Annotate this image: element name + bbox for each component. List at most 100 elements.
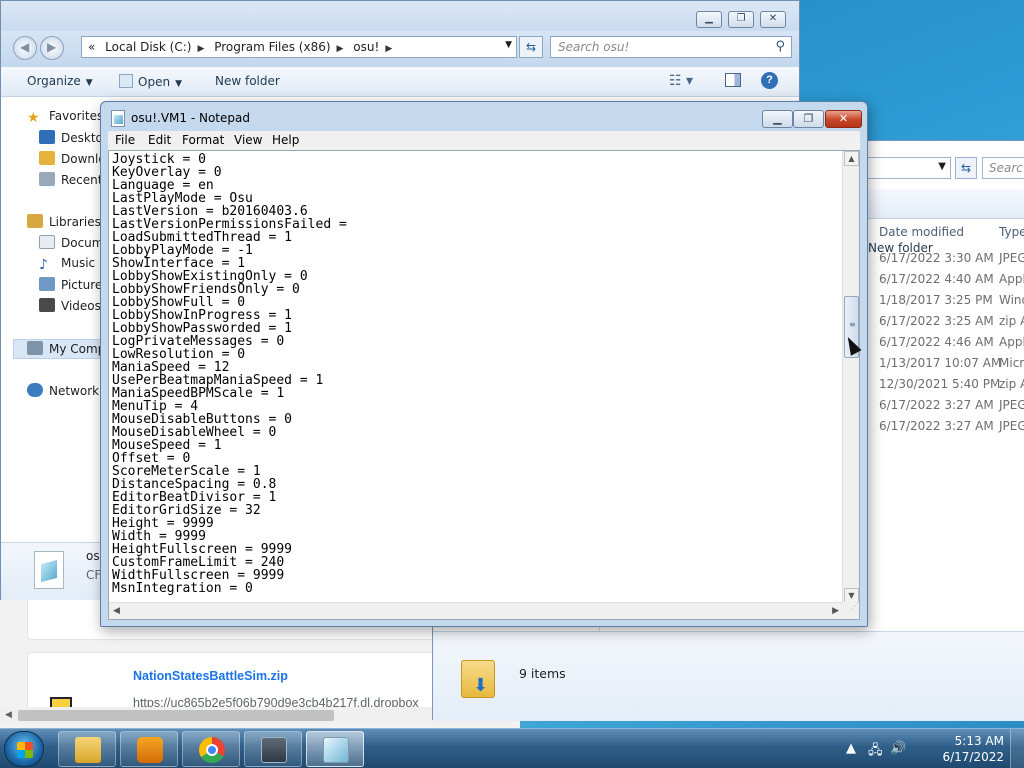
toolbar: Organize ▼ Open ▼ New folder ☷ ▾ ? (1, 67, 799, 97)
close-button[interactable]: ✕ (825, 110, 862, 128)
sidebar-item-music[interactable]: ♪ Music (39, 256, 95, 272)
refresh-button[interactable]: ⇆ (519, 36, 543, 58)
list-item[interactable]: 6/17/2022 4:40 AM Appl (879, 272, 1024, 286)
volume-icon[interactable]: 🔊 (890, 741, 906, 756)
address-dropdown[interactable]: ▼ (863, 157, 951, 179)
sidebar-item-videos[interactable]: Videos (39, 298, 101, 313)
taskbar-explorer-button[interactable] (58, 731, 116, 767)
videos-icon (39, 298, 55, 312)
taskbar-media-player-button[interactable] (120, 731, 178, 767)
preview-pane-icon[interactable] (725, 73, 741, 87)
scroll-left-icon[interactable]: ◀ (113, 606, 120, 616)
network-icon (27, 383, 43, 397)
network-icon[interactable]: 🖧 (868, 741, 883, 763)
chevron-right-icon[interactable]: ▶ (337, 44, 344, 54)
folder-icon (75, 737, 101, 763)
breadcrumb-program-files[interactable]: Program Files (x86) (214, 40, 330, 54)
menu-help[interactable]: Help (272, 133, 299, 147)
show-desktop-button[interactable] (1010, 729, 1024, 768)
recent-places-icon (39, 172, 55, 186)
list-item[interactable]: 6/17/2022 3:27 AM JPEG (879, 419, 1024, 433)
downloads-folder-icon (461, 660, 495, 698)
task-manager-icon (261, 737, 287, 763)
maximize-button[interactable]: ❐ (793, 110, 824, 128)
search-input[interactable]: Searc (982, 157, 1024, 179)
scroll-right-icon[interactable]: ▶ (832, 606, 839, 616)
vertical-scrollbar[interactable]: ▲ ≡ ▼ (842, 151, 859, 603)
chevron-down-icon[interactable]: ▼ (505, 40, 512, 50)
menu-format[interactable]: Format (182, 133, 224, 147)
horizontal-scrollbar[interactable]: ◀ ▶ (109, 602, 843, 619)
text-content[interactable]: Joystick = 0 KeyOverlay = 0 Language = en L… (112, 153, 832, 596)
change-view-icon[interactable]: ☷ ▾ (669, 73, 693, 89)
desktop-icon (39, 130, 55, 144)
minimize-button[interactable]: ▁ (762, 110, 793, 128)
maximize-button[interactable]: ❐ (728, 11, 754, 28)
list-item[interactable]: 1/13/2017 10:07 AM Micr (879, 356, 1024, 370)
size-grip-icon[interactable]: ⋰ (842, 602, 859, 619)
text-line: Height = 9999 (112, 516, 214, 531)
download-file-link[interactable]: NationStatesBattleSim.zip (133, 669, 288, 683)
menu-view[interactable]: View (234, 133, 262, 147)
organize-button[interactable]: Organize ▼ (27, 74, 93, 88)
list-item[interactable]: 1/18/2017 3:25 PMWind (879, 293, 1024, 307)
scroll-up-icon[interactable]: ▲ (844, 151, 859, 166)
sidebar-item-computer[interactable]: My Comp (27, 341, 105, 356)
forward-button[interactable] (40, 36, 64, 60)
close-button[interactable]: ✕ (760, 11, 786, 28)
chevron-down-icon: ▼ (85, 78, 93, 88)
back-button[interactable] (13, 36, 37, 60)
sidebar-item-favorites[interactable]: ★ Favorites (27, 109, 103, 125)
column-header-date-modified[interactable]: Date modified (879, 225, 964, 239)
clock-time[interactable]: 5:13 AM (955, 734, 1004, 748)
list-item[interactable]: 6/17/2022 3:25 AMzip A (879, 314, 1024, 328)
menu-edit[interactable]: Edit (148, 133, 171, 147)
taskbar: ▲ 🖧 🔊 5:13 AM 6/17/2022 (0, 728, 1024, 768)
menu-file[interactable]: File (115, 133, 135, 147)
system-tray: ▲ 🖧 🔊 5:13 AM 6/17/2022 (840, 729, 1024, 768)
grip-icon: ≡ (849, 320, 856, 329)
chevron-down-icon: ▼ (938, 161, 946, 172)
chevron-right-icon[interactable]: ▶ (385, 44, 392, 54)
start-button[interactable] (4, 731, 44, 767)
list-item[interactable]: 6/17/2022 3:27 AM JPEG (879, 398, 1024, 412)
libraries-icon (27, 214, 43, 228)
sidebar-item-downloads[interactable]: Downlo (39, 151, 106, 166)
chevron-right-icon[interactable]: ▶ (197, 44, 204, 54)
breadcrumb-local-disk[interactable]: Local Disk (C:) (105, 40, 191, 54)
search-input[interactable]: Search osu! ⚲ (550, 36, 792, 58)
clock-date[interactable]: 6/17/2022 (942, 750, 1004, 764)
list-item[interactable]: 6/17/2022 3:30 AM JPEG (879, 251, 1024, 265)
list-item[interactable]: 12/30/2021 5:40 PMzip A (879, 377, 1024, 391)
details-filename: os (86, 549, 100, 563)
scrollbar-thumb[interactable] (18, 710, 334, 721)
new-folder-button[interactable]: New folder (215, 74, 280, 88)
open-button[interactable]: Open ▼ (119, 74, 182, 89)
search-icon[interactable]: ⚲ (775, 39, 785, 54)
chevron-down-icon: ▼ (175, 79, 182, 89)
breadcrumb-overflow[interactable]: « (88, 40, 95, 54)
refresh-button[interactable]: ⇆ (955, 157, 977, 179)
scroll-down-icon[interactable]: ▼ (844, 588, 859, 603)
taskbar-notepad-button[interactable] (306, 731, 364, 767)
text-editor[interactable]: Joystick = 0 KeyOverlay = 0 Language = en L… (108, 150, 860, 620)
taskbar-chrome-button[interactable] (182, 731, 240, 767)
item-count: 9 items (519, 666, 566, 681)
show-hidden-icons-icon[interactable]: ▲ (846, 741, 856, 756)
taskbar-task-manager-button[interactable] (244, 731, 302, 767)
text-line: MouseSpeed = 1 (112, 438, 222, 453)
help-icon[interactable]: ? (761, 72, 778, 89)
breadcrumb[interactable]: « Local Disk (C:) ▶ Program Files (x86) ▶ … (81, 36, 517, 58)
scroll-left-icon[interactable]: ◀ (5, 710, 12, 720)
details-pane: 9 items (433, 631, 1024, 721)
minimize-button[interactable]: ▁ (696, 11, 722, 28)
sidebar-item-pictures[interactable]: Pictures (39, 277, 109, 292)
breadcrumb-osu[interactable]: osu! (353, 40, 379, 54)
title-bar[interactable]: ▁ ❐ ✕ (1, 1, 799, 35)
sidebar-item-libraries[interactable]: Libraries (27, 214, 101, 229)
column-header-type[interactable]: Type (999, 225, 1024, 239)
sidebar-item-network[interactable]: Network (27, 383, 99, 398)
notepad-icon[interactable] (111, 110, 125, 127)
list-item[interactable]: 6/17/2022 4:46 AM Appl (879, 335, 1024, 349)
navigation-pane: ★ Favorites Desktop Downlo Recent P Libra… (1, 97, 114, 542)
